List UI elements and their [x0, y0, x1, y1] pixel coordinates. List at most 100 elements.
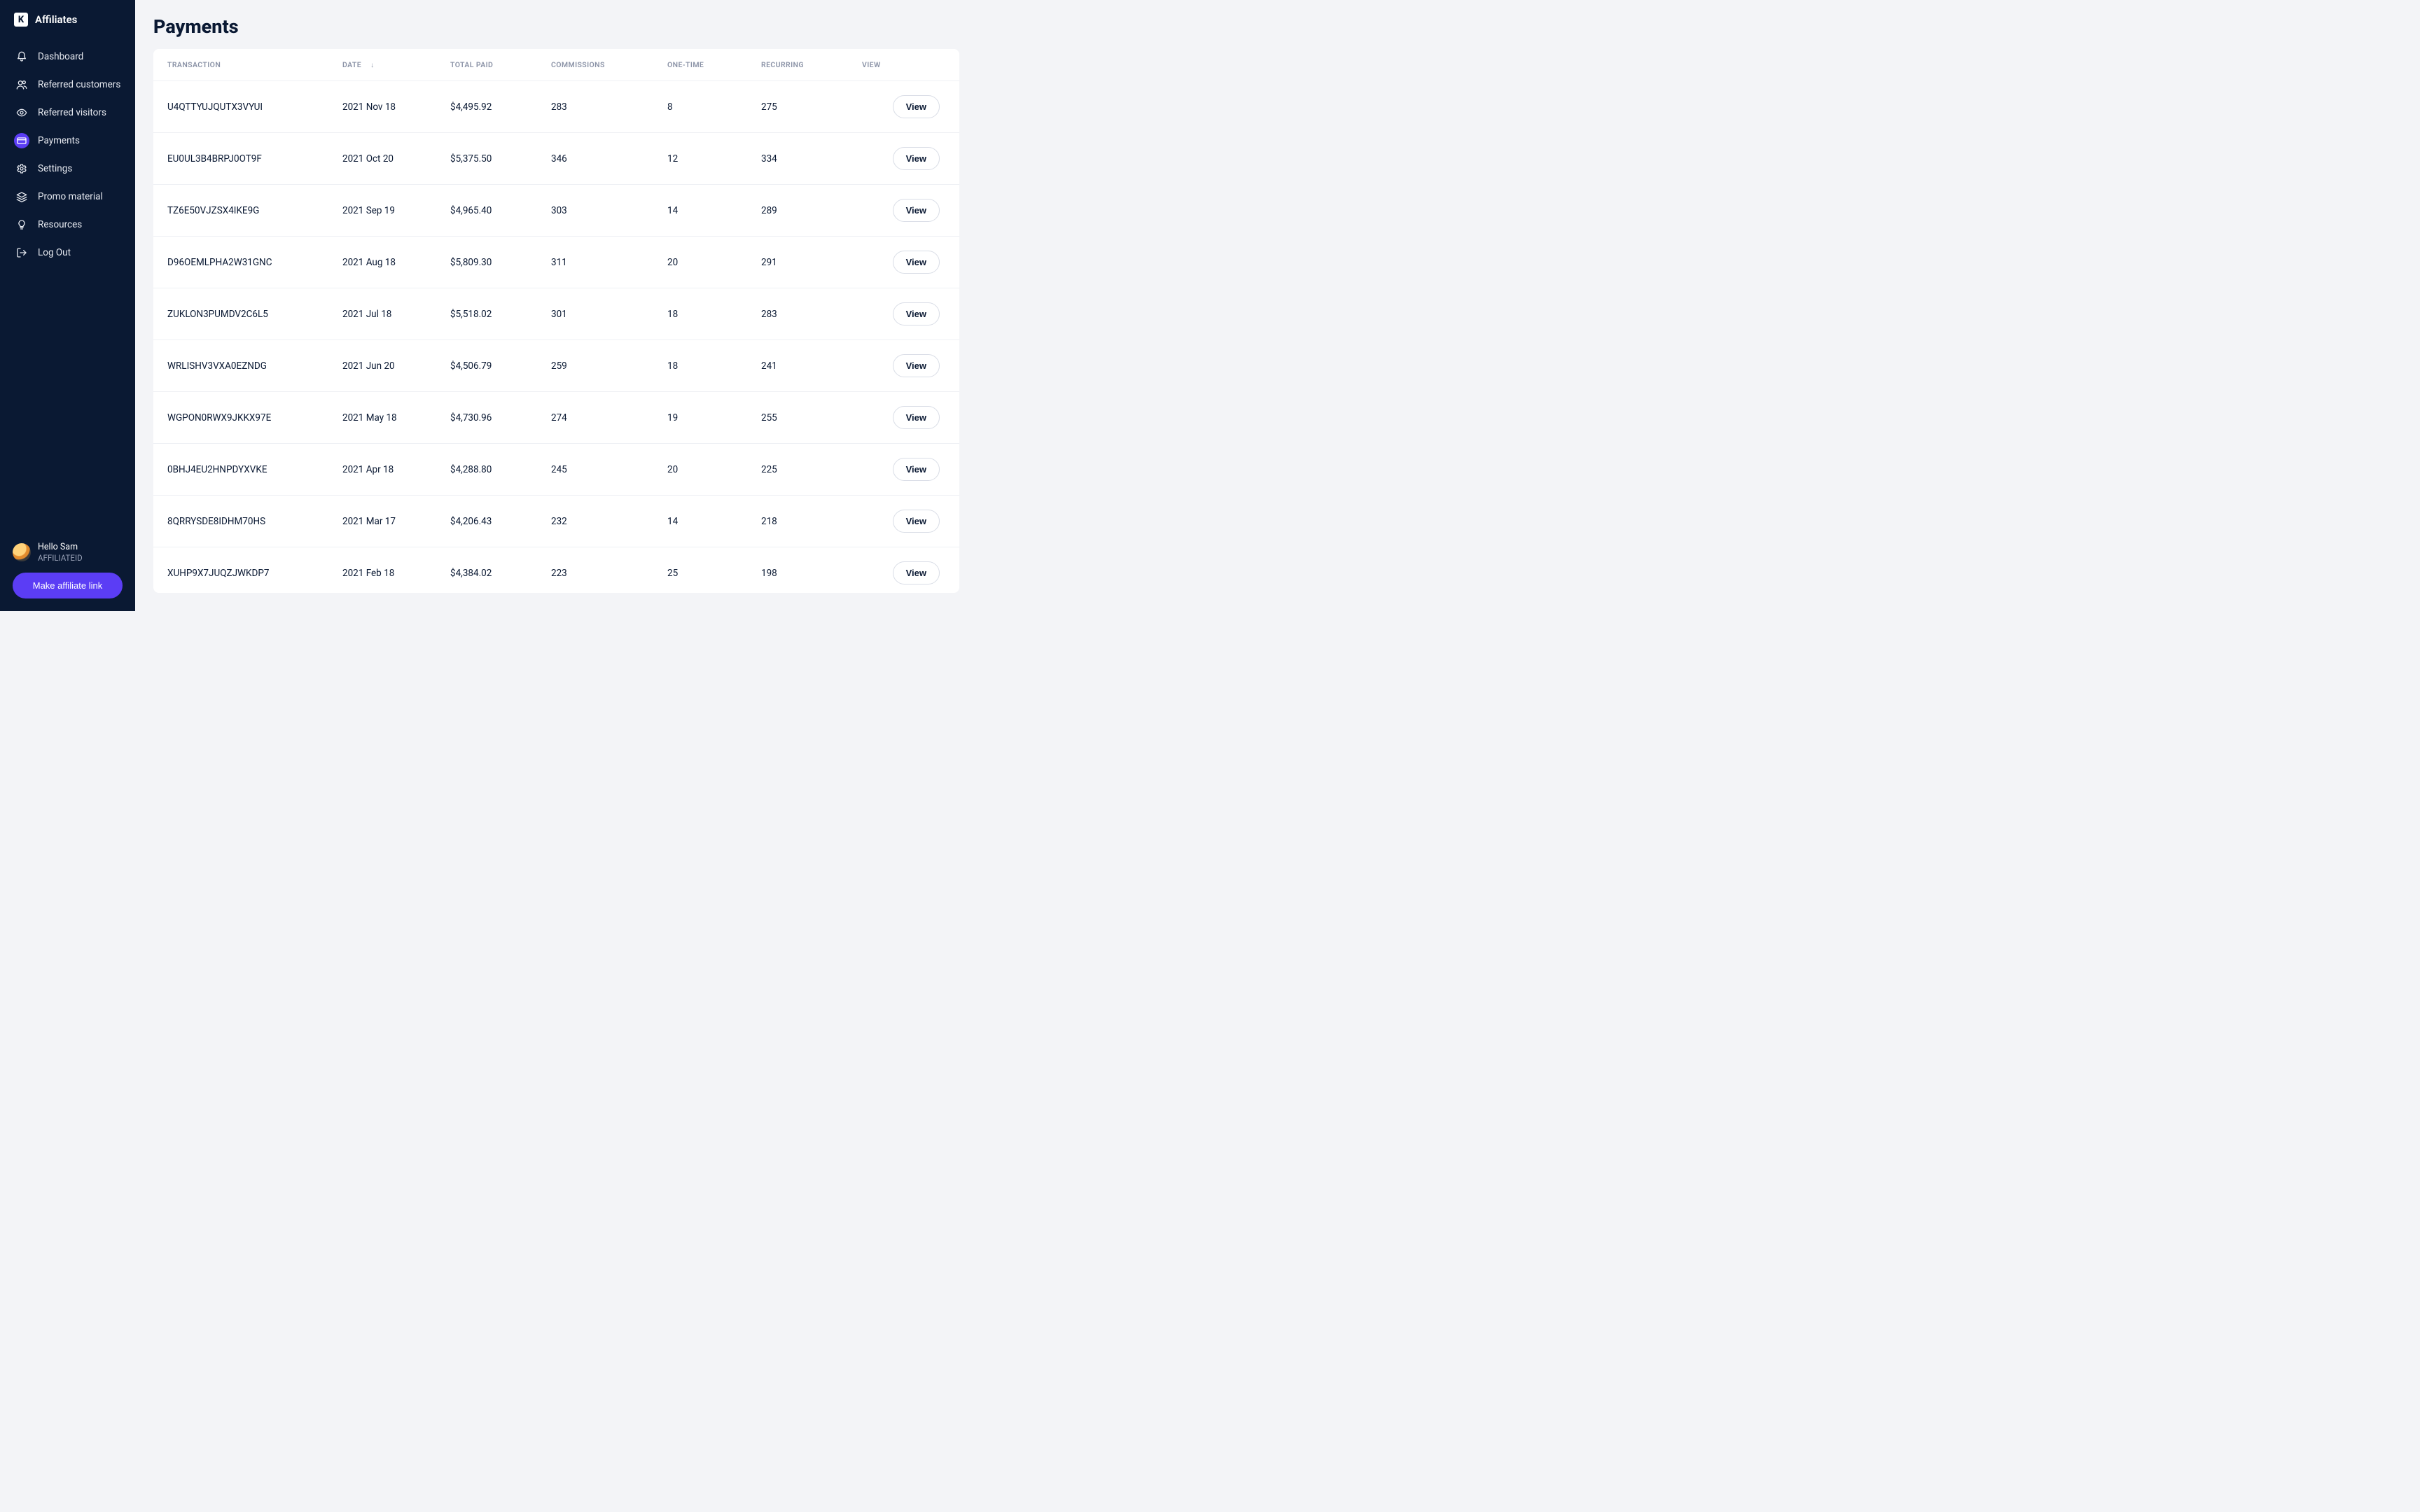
make-affiliate-link-button[interactable]: Make affiliate link [13, 573, 123, 598]
cell-transaction: D96OEMLPHA2W31GNC [153, 237, 328, 288]
table-header: TRANSACTION DATE ↓ TOTAL PAID COMMISSION… [153, 49, 959, 81]
table-row: TZ6E50VJZSX4IKE9G2021 Sep 19$4,965.40303… [153, 185, 959, 237]
cell-one-time: 20 [653, 444, 747, 496]
sidebar-item-settings[interactable]: Settings [6, 155, 130, 182]
sidebar-item-resources[interactable]: Resources [6, 211, 130, 238]
table-row: ZUKLON3PUMDV2C6L52021 Jul 18$5,518.02301… [153, 288, 959, 340]
users-icon [14, 77, 29, 92]
page-title: Payments [135, 0, 978, 49]
sidebar-item-label: Settings [38, 163, 72, 174]
cell-total-paid: $4,384.02 [436, 547, 537, 594]
cell-recurring: 334 [747, 133, 848, 185]
cell-transaction: U4QTTYUJQUTX3VYUI [153, 81, 328, 133]
cell-transaction: WRLISHV3VXA0EZNDG [153, 340, 328, 392]
sidebar-item-log-out[interactable]: Log Out [6, 239, 130, 266]
table-row: WRLISHV3VXA0EZNDG2021 Jun 20$4,506.79259… [153, 340, 959, 392]
cell-transaction: EU0UL3B4BRPJ0OT9F [153, 133, 328, 185]
cell-commissions: 346 [537, 133, 653, 185]
cell-date: 2021 Jun 20 [328, 340, 436, 392]
cell-total-paid: $4,206.43 [436, 496, 537, 547]
cell-recurring: 255 [747, 392, 848, 444]
user-block[interactable]: Hello Sam AFFILIATEID [13, 542, 123, 563]
cell-one-time: 25 [653, 547, 747, 594]
col-header-date[interactable]: DATE ↓ [328, 49, 436, 81]
cell-recurring: 218 [747, 496, 848, 547]
gear-icon [14, 161, 29, 176]
sidebar-item-label: Resources [38, 219, 82, 230]
cell-transaction: 0BHJ4EU2HNPDYXVKE [153, 444, 328, 496]
sidebar-item-referred-customers[interactable]: Referred customers [6, 71, 130, 98]
view-button[interactable]: View [893, 406, 940, 429]
sidebar-footer: Hello Sam AFFILIATEID Make affiliate lin… [0, 542, 135, 598]
sidebar-item-label: Referred customers [38, 79, 120, 90]
brand-name: Affiliates [35, 13, 77, 26]
payments-table: TRANSACTION DATE ↓ TOTAL PAID COMMISSION… [153, 49, 959, 593]
cell-recurring: 291 [747, 237, 848, 288]
col-header-view: VIEW [848, 49, 959, 81]
cell-total-paid: $5,518.02 [436, 288, 537, 340]
bell-icon [14, 49, 29, 64]
view-button[interactable]: View [893, 354, 940, 377]
cell-commissions: 232 [537, 496, 653, 547]
table-row: EU0UL3B4BRPJ0OT9F2021 Oct 20$5,375.50346… [153, 133, 959, 185]
cell-one-time: 18 [653, 288, 747, 340]
cell-view: View [848, 288, 959, 340]
col-header-one-time[interactable]: ONE-TIME [653, 49, 747, 81]
cell-one-time: 18 [653, 340, 747, 392]
cell-date: 2021 Jul 18 [328, 288, 436, 340]
sidebar-item-payments[interactable]: Payments [6, 127, 130, 154]
cell-view: View [848, 496, 959, 547]
cell-commissions: 283 [537, 81, 653, 133]
cell-total-paid: $4,288.80 [436, 444, 537, 496]
cell-commissions: 274 [537, 392, 653, 444]
sidebar-item-promo-material[interactable]: Promo material [6, 183, 130, 210]
eye-icon [14, 105, 29, 120]
view-button[interactable]: View [893, 561, 940, 584]
col-header-recurring[interactable]: RECURRING [747, 49, 848, 81]
sidebar-item-referred-visitors[interactable]: Referred visitors [6, 99, 130, 126]
logout-icon [14, 245, 29, 260]
table-row: U4QTTYUJQUTX3VYUI2021 Nov 18$4,495.92283… [153, 81, 959, 133]
view-button[interactable]: View [893, 199, 940, 222]
sidebar-item-dashboard[interactable]: Dashboard [6, 43, 130, 70]
cell-transaction: TZ6E50VJZSX4IKE9G [153, 185, 328, 237]
cell-view: View [848, 185, 959, 237]
cell-recurring: 241 [747, 340, 848, 392]
col-header-commissions[interactable]: COMMISSIONS [537, 49, 653, 81]
cell-commissions: 303 [537, 185, 653, 237]
cell-view: View [848, 392, 959, 444]
brand[interactable]: K Affiliates [0, 13, 135, 39]
sidebar-item-label: Promo material [38, 191, 103, 202]
table-body: U4QTTYUJQUTX3VYUI2021 Nov 18$4,495.92283… [153, 81, 959, 594]
cell-recurring: 275 [747, 81, 848, 133]
cell-commissions: 301 [537, 288, 653, 340]
cell-view: View [848, 133, 959, 185]
col-header-total-paid[interactable]: TOTAL PAID [436, 49, 537, 81]
view-button[interactable]: View [893, 302, 940, 326]
cell-recurring: 289 [747, 185, 848, 237]
cell-date: 2021 Apr 18 [328, 444, 436, 496]
table-row: 0BHJ4EU2HNPDYXVKE2021 Apr 18$4,288.80245… [153, 444, 959, 496]
table-row: XUHP9X7JUQZJWKDP72021 Feb 18$4,384.02223… [153, 547, 959, 594]
layers-icon [14, 189, 29, 204]
sidebar-item-label: Payments [38, 135, 80, 146]
cell-view: View [848, 444, 959, 496]
view-button[interactable]: View [893, 147, 940, 170]
cell-date: 2021 Mar 17 [328, 496, 436, 547]
view-button[interactable]: View [893, 458, 940, 481]
table-row: D96OEMLPHA2W31GNC2021 Aug 18$5,809.30311… [153, 237, 959, 288]
cell-one-time: 14 [653, 496, 747, 547]
sidebar-item-label: Referred visitors [38, 107, 106, 118]
view-button[interactable]: View [893, 251, 940, 274]
col-header-transaction[interactable]: TRANSACTION [153, 49, 328, 81]
cell-transaction: ZUKLON3PUMDV2C6L5 [153, 288, 328, 340]
cell-commissions: 259 [537, 340, 653, 392]
cell-date: 2021 May 18 [328, 392, 436, 444]
cell-commissions: 311 [537, 237, 653, 288]
cell-date: 2021 Nov 18 [328, 81, 436, 133]
table-row: WGPON0RWX9JKKX97E2021 May 18$4,730.96274… [153, 392, 959, 444]
view-button[interactable]: View [893, 95, 940, 118]
cell-recurring: 225 [747, 444, 848, 496]
view-button[interactable]: View [893, 510, 940, 533]
cell-view: View [848, 237, 959, 288]
